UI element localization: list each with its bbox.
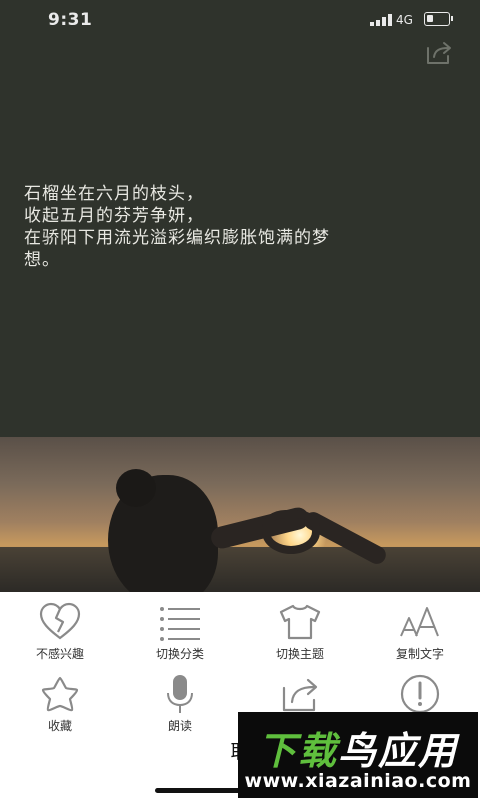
- signal-icon: [370, 14, 392, 26]
- watermark-url: www.xiazainiao.com: [244, 770, 472, 792]
- action-label: 切换主题: [275, 647, 324, 661]
- action-label: 不感兴趣: [35, 647, 84, 661]
- poem-line: 在骄阳下用流光溢彩编织膨胀饱满的梦: [24, 228, 330, 248]
- poem-line: 石榴坐在六月的枝头，: [24, 184, 204, 204]
- battery-fill: [427, 15, 433, 22]
- star-icon: [38, 674, 82, 714]
- heart-hands: [262, 510, 320, 554]
- action-label: 复制文字: [395, 647, 444, 661]
- poem-text: 石榴坐在六月的枝头， 收起五月的芬芳争妍， 在骄阳下用流光溢彩编织膨胀饱满的梦 …: [24, 183, 464, 271]
- list-icon: [158, 602, 202, 642]
- watermark-title-part: 应用: [378, 729, 459, 773]
- switch-category-button[interactable]: 切换分类: [120, 596, 240, 668]
- not-interested-button[interactable]: 不感兴趣: [0, 596, 120, 668]
- switch-theme-button[interactable]: 切换主题: [240, 596, 360, 668]
- tshirt-icon: [278, 602, 322, 642]
- broken-heart-icon: [38, 602, 82, 642]
- poem-line: 收起五月的芬芳争妍，: [24, 206, 204, 226]
- poem-line: 想。: [24, 250, 60, 270]
- report-icon: [398, 674, 442, 714]
- screen: 9:31 4G 石榴坐在六月的枝头， 收起五月的芬芳争妍， 在骄阳下用流光溢彩编…: [0, 0, 480, 800]
- status-time: 9:31: [48, 10, 93, 30]
- battery-icon: [424, 12, 453, 26]
- background-photo: [0, 437, 480, 592]
- action-label: 切换分类: [155, 647, 204, 661]
- watermark-title-part: 下载: [257, 729, 338, 773]
- watermark-logo: 下载鸟应用 www.xiazainiao.com: [238, 712, 478, 798]
- status-bar: 9:31 4G: [0, 0, 480, 40]
- share-icon: [278, 674, 322, 714]
- reader-panel: 9:31 4G 石榴坐在六月的枝头， 收起五月的芬芳争妍， 在骄阳下用流光溢彩编…: [0, 0, 480, 437]
- watermark-title: 下载鸟应用: [238, 720, 478, 775]
- share-icon[interactable]: [424, 40, 454, 66]
- hair-bun: [116, 469, 156, 507]
- font-size-icon: [398, 602, 442, 642]
- watermark-title-part: 鸟: [337, 729, 378, 773]
- microphone-icon: [158, 674, 202, 714]
- photo-horizon: [0, 547, 480, 592]
- copy-text-button[interactable]: 复制文字: [360, 596, 480, 668]
- network-label: 4G: [396, 13, 413, 27]
